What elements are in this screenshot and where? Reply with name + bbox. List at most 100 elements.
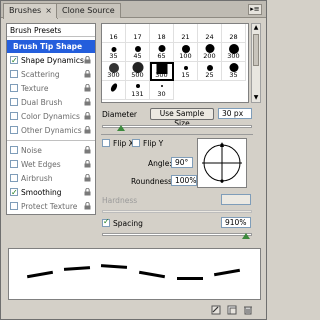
brush-preview-icon[interactable]: [211, 305, 221, 315]
brush-size-label: 500: [131, 71, 144, 79]
brush-tip-cell[interactable]: 65: [150, 43, 174, 62]
brush-angle-preview[interactable]: [197, 138, 247, 188]
divider: [101, 134, 253, 135]
spacing-control[interactable]: Spacing: [102, 217, 143, 228]
angle-field[interactable]: 90°: [171, 157, 193, 168]
brush-tip-cell[interactable]: 18: [150, 24, 174, 43]
checkbox[interactable]: [10, 160, 18, 168]
flip-y-checkbox[interactable]: [132, 139, 140, 147]
checkbox[interactable]: [10, 126, 18, 134]
menu-triangle-icon[interactable]: ▸≡: [248, 4, 262, 15]
hardness-label: Hardness: [102, 196, 138, 205]
lock-icon[interactable]: [84, 160, 91, 168]
checkbox[interactable]: [10, 98, 18, 106]
brush-tip-cell[interactable]: 300: [222, 43, 246, 62]
diameter-slider-knob[interactable]: [117, 125, 125, 132]
checkbox[interactable]: [10, 202, 18, 210]
lock-icon[interactable]: [84, 70, 91, 78]
brush-tip-cell[interactable]: 15: [174, 62, 198, 81]
brush-size-label: 300: [107, 71, 120, 79]
tab-clone-source[interactable]: Clone Source: [56, 3, 121, 18]
lock-icon[interactable]: [84, 84, 91, 92]
list-item-brush-tip-shape[interactable]: Brush Tip Shape: [7, 40, 95, 53]
spacing-checkbox[interactable]: [102, 217, 110, 227]
tab-brushes-label: Brushes: [9, 6, 42, 15]
lock-icon[interactable]: [84, 56, 91, 64]
list-item-label: Scattering: [21, 70, 60, 79]
brush-size-label: 25: [205, 71, 214, 79]
brush-size-label: 65: [157, 52, 166, 60]
list-item-wet-edges[interactable]: Wet Edges: [7, 158, 95, 171]
scroll-down-icon[interactable]: ▼: [252, 94, 260, 102]
list-item-protect-texture[interactable]: Protect Texture: [7, 200, 95, 213]
brush-tip-cell[interactable]: 131: [126, 81, 150, 100]
brush-options-list: Brush Presets Brush Tip Shape Shape Dyna…: [6, 23, 96, 215]
list-item-airbrush[interactable]: Airbrush: [7, 172, 95, 185]
angle-label: Angle:: [148, 159, 172, 168]
brush-tip-cell[interactable]: 35: [222, 62, 246, 81]
diameter-field[interactable]: 30 px: [218, 108, 252, 119]
list-item-label: Smoothing: [21, 188, 62, 197]
brush-tip-cell[interactable]: [102, 81, 126, 100]
flip-y-label: Flip Y: [143, 139, 164, 148]
flip-y-control[interactable]: Flip Y: [132, 139, 163, 148]
lock-icon[interactable]: [84, 98, 91, 106]
brush-tip-cell[interactable]: 30: [150, 81, 174, 100]
trash-icon[interactable]: [243, 305, 253, 315]
checkbox[interactable]: [10, 186, 18, 199]
lock-icon[interactable]: [84, 174, 91, 182]
brush-tip-cell[interactable]: 500: [126, 62, 150, 81]
checkbox[interactable]: [10, 146, 18, 154]
spacing-slider[interactable]: [102, 233, 252, 236]
flip-x-control[interactable]: Flip X: [102, 139, 134, 148]
list-item-dual-brush[interactable]: Dual Brush: [7, 96, 95, 109]
brush-tip-cell[interactable]: 300: [102, 62, 126, 81]
list-item-scattering[interactable]: Scattering: [7, 68, 95, 81]
list-item-color-dynamics[interactable]: Color Dynamics: [7, 110, 95, 123]
list-item-label: Airbrush: [21, 174, 53, 183]
stroke-dab: [63, 266, 91, 271]
checkbox[interactable]: [10, 174, 18, 182]
new-preset-icon[interactable]: [227, 305, 237, 315]
brush-tip-cell[interactable]: 35: [102, 43, 126, 62]
brush-tip-cell[interactable]: 25: [198, 62, 222, 81]
scroll-thumb[interactable]: [253, 34, 259, 66]
list-item-other-dynamics[interactable]: Other Dynamics: [7, 124, 95, 137]
brush-tip-cell[interactable]: 17: [126, 24, 150, 43]
brush-presets-item[interactable]: Brush Presets: [7, 24, 95, 37]
brush-tip-cell[interactable]: 45: [126, 43, 150, 62]
brush-tip-cell[interactable]: 200: [198, 43, 222, 62]
hardness-slider: [102, 210, 252, 213]
list-item-noise[interactable]: Noise: [7, 144, 95, 157]
brush-size-label: 15: [181, 71, 190, 79]
checkbox[interactable]: [10, 112, 18, 120]
brush-size-label: 18: [157, 33, 166, 41]
brush-grid-scrollbar[interactable]: ▲ ▼: [251, 23, 261, 103]
spacing-slider-knob[interactable]: [242, 233, 250, 240]
tab-brushes[interactable]: Brushes ×: [3, 3, 58, 19]
brush-tip-cell[interactable]: 28: [222, 24, 246, 43]
list-item-shape-dynamics[interactable]: Shape Dynamics: [7, 54, 95, 67]
brush-tip-cell[interactable]: 21: [174, 24, 198, 43]
roundness-field[interactable]: 100%: [171, 175, 197, 186]
brush-tip-cell[interactable]: 24: [198, 24, 222, 43]
brush-tip-cell[interactable]: 16: [102, 24, 126, 43]
brush-tip-cell[interactable]: 100: [174, 43, 198, 62]
spacing-field[interactable]: 910%: [221, 217, 251, 228]
flip-x-checkbox[interactable]: [102, 139, 110, 147]
brush-tip-cell-selected[interactable]: 300: [150, 62, 174, 81]
checkbox[interactable]: [10, 70, 18, 78]
use-sample-size-button[interactable]: Use Sample Size: [150, 108, 214, 128]
checkbox[interactable]: [10, 84, 18, 92]
list-item-smoothing[interactable]: Smoothing: [7, 186, 95, 199]
lock-icon[interactable]: [84, 126, 91, 134]
lock-icon[interactable]: [84, 146, 91, 154]
checkbox[interactable]: [10, 54, 18, 67]
lock-icon[interactable]: [84, 188, 91, 196]
lock-icon[interactable]: [84, 112, 91, 120]
list-item-texture[interactable]: Texture: [7, 82, 95, 95]
lock-icon[interactable]: [84, 202, 91, 210]
close-icon[interactable]: ×: [45, 6, 52, 15]
list-item-label: Wet Edges: [21, 160, 61, 169]
scroll-up-icon[interactable]: ▲: [252, 24, 260, 32]
